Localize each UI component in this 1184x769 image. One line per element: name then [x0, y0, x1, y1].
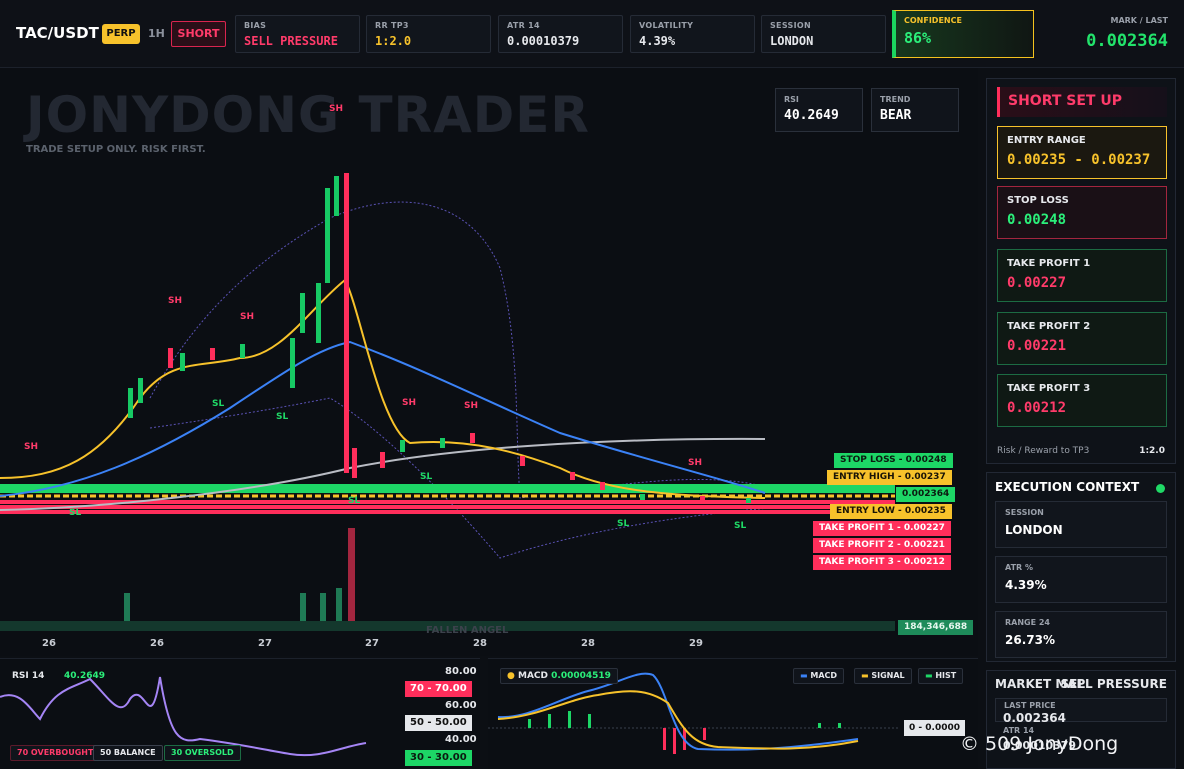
overbought-pill: 70 OVERBOUGHT: [10, 745, 101, 761]
sh-marker: SH: [24, 442, 39, 452]
exec-range: RANGE 24 26.73%: [995, 611, 1167, 658]
sh-marker: SH: [402, 398, 417, 408]
sh-marker: SH: [168, 296, 183, 306]
execution-context-panel: EXECUTION CONTEXT SESSION LONDON ATR % 4…: [986, 472, 1176, 662]
last-price-tag: 0.002364: [896, 487, 956, 502]
market-map-state: SELL PRESSURE: [1060, 677, 1167, 691]
balance-pill: 50 BALANCE: [93, 745, 163, 761]
tp2-zone: [0, 505, 895, 509]
macd-line: [497, 672, 859, 751]
signal-line: [497, 690, 859, 750]
volume-tag: 184,346,688: [898, 620, 974, 635]
entry-high-tag: ENTRY HIGH - 0.00237: [827, 470, 952, 485]
legend-macd[interactable]: ▬ MACD: [793, 668, 845, 684]
rsi-y80: 80.00: [445, 666, 477, 677]
sl-marker: SL: [69, 508, 82, 518]
credit-watermark: © 509 JonyDong: [960, 733, 1119, 755]
fallen-angel-label: FALLEN ANGEL: [426, 625, 509, 636]
sh-marker: SH: [688, 458, 703, 468]
trading-dashboard: TAC/USDT PERP 1H SHORT BIAS SELL PRESSUR…: [0, 0, 1184, 769]
tp3-tag: TAKE PROFIT 3 - 0.00212: [813, 555, 951, 570]
x-tick: 27: [258, 638, 272, 649]
confidence-card: CONFIDENCE 86%: [892, 10, 1034, 58]
ma-blue: [0, 340, 766, 497]
stat-rr-tp3: RR TP3 1:2.0: [366, 15, 491, 53]
x-tick: 27: [365, 638, 379, 649]
short-button[interactable]: SHORT: [171, 21, 226, 47]
tp1-card[interactable]: TAKE PROFIT 1 0.00227: [997, 249, 1167, 302]
legend-signal[interactable]: ▬ SIGNAL: [854, 668, 912, 684]
entry-low-tag: ENTRY LOW - 0.00235: [830, 504, 952, 519]
macd-zero-tag: 0 - 0.0000: [904, 720, 965, 736]
volume-bars: [0, 528, 895, 631]
stop-loss-card[interactable]: STOP LOSS 0.00248: [997, 186, 1167, 239]
setup-title: SHORT SET UP: [997, 87, 1167, 117]
status-dot-icon: [1156, 484, 1165, 493]
sh-marker: SH: [240, 312, 255, 322]
short-setup-panel: SHORT SET UP ENTRY RANGE 0.00235 - 0.002…: [986, 78, 1176, 464]
sl-marker: SL: [212, 399, 225, 409]
sl-marker: SL: [420, 472, 433, 482]
sh-marker: SH: [329, 104, 344, 114]
stat-bias: BIAS SELL PRESSURE: [235, 15, 360, 53]
x-tick: 26: [42, 638, 56, 649]
sl-marker: SL: [276, 412, 289, 422]
perp-badge: PERP: [102, 24, 140, 44]
rsi-y70: 70 - 70.00: [405, 681, 472, 697]
price-chart[interactable]: JONYDONG TRADER TRADE SETUP ONLY. RISK F…: [0, 68, 978, 656]
rsi-line: [0, 676, 367, 757]
tp2-tag: TAKE PROFIT 2 - 0.00221: [813, 538, 951, 553]
rr-value: 1:2.0: [1139, 446, 1165, 456]
rsi-y60: 60.00: [445, 700, 477, 711]
x-tick: 29: [689, 638, 703, 649]
macd-panel[interactable]: ● MACD 0.00004519 ▬ MACD ▬ SIGNAL ▬ HIST…: [488, 658, 978, 769]
rr-label: Risk / Reward to TP3: [997, 446, 1090, 456]
tp3-zone: [0, 510, 895, 514]
stat-session: SESSION LONDON: [761, 15, 886, 53]
tp3-card[interactable]: TAKE PROFIT 3 0.00212: [997, 374, 1167, 427]
legend-hist[interactable]: ▬ HIST: [918, 668, 964, 684]
ma-gray: [0, 437, 766, 511]
mark-price: MARK / LAST 0.002364: [1086, 16, 1168, 51]
timeframe-label[interactable]: 1H: [148, 27, 165, 40]
exec-atr: ATR % 4.39%: [995, 556, 1167, 603]
sl-marker: SL: [348, 496, 361, 506]
rsi-label: RSI 14: [12, 671, 45, 681]
stop-loss-tag: STOP LOSS - 0.00248: [834, 453, 953, 468]
last-price-value: 0.002364: [1003, 711, 1067, 725]
symbol-title: TAC/USDT: [16, 24, 99, 42]
rsi-y40: 40.00: [445, 734, 477, 745]
sl-marker: SL: [617, 519, 630, 529]
exec-session: SESSION LONDON: [995, 501, 1167, 548]
rsi-y30: 30 - 30.00: [405, 750, 472, 766]
tp1-tag: TAKE PROFIT 1 - 0.00227: [813, 521, 951, 536]
sl-marker: SL: [734, 521, 747, 531]
x-tick: 26: [150, 638, 164, 649]
oversold-pill: 30 OVERSOLD: [164, 745, 241, 761]
rsi-value: 40.2649: [64, 671, 105, 681]
bollinger-lower: [149, 397, 771, 559]
execution-title: EXECUTION CONTEXT: [995, 480, 1140, 494]
stat-volatility: VOLATILITY 4.39%: [630, 15, 755, 53]
x-tick: 28: [581, 638, 595, 649]
sh-marker: SH: [464, 401, 479, 411]
rsi-panel[interactable]: RSI 14 40.2649 70 OVERBOUGHT 50 BALANCE …: [0, 658, 480, 769]
rsi-y50: 50 - 50.00: [405, 715, 472, 731]
macd-label-pill: ● MACD 0.00004519: [500, 668, 618, 684]
tp2-card[interactable]: TAKE PROFIT 2 0.00221: [997, 312, 1167, 365]
x-tick: 28: [473, 638, 487, 649]
stat-atr: ATR 14 0.00010379: [498, 15, 623, 53]
top-bar: TAC/USDT PERP 1H SHORT BIAS SELL PRESSUR…: [0, 0, 1184, 68]
entry-range-card[interactable]: ENTRY RANGE 0.00235 - 0.00237: [997, 126, 1167, 179]
